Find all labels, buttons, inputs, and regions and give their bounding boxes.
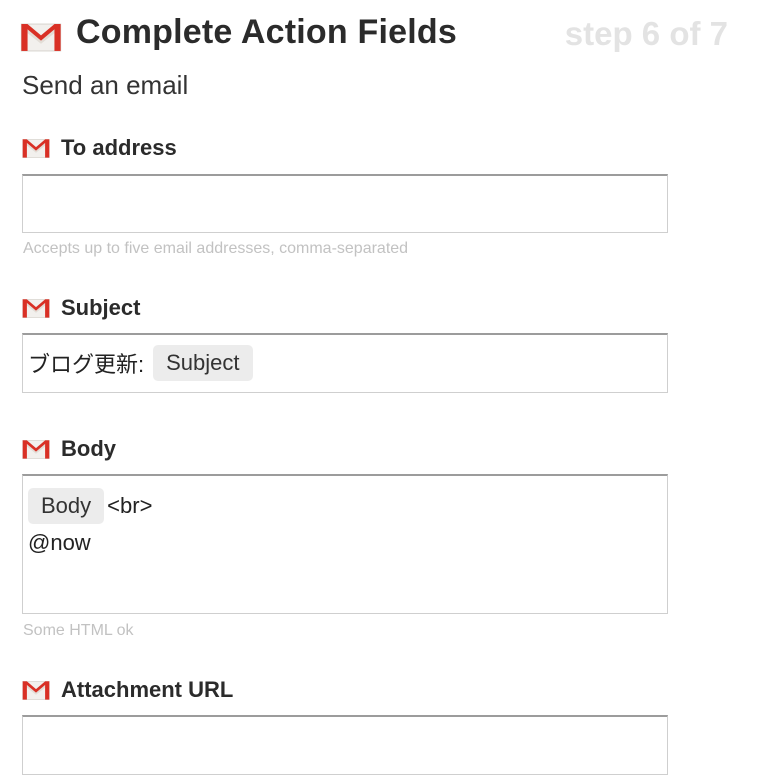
- header: Complete Action Fields step 6 of 7: [0, 0, 768, 70]
- page-title: Complete Action Fields: [76, 13, 457, 51]
- gmail-icon: [22, 138, 50, 159]
- body-label-text: Body: [61, 436, 116, 461]
- body-line-2: @now: [28, 530, 91, 555]
- body-textarea[interactable]: Body <br> @now: [22, 474, 668, 614]
- gmail-icon: [20, 22, 62, 53]
- subject-label: Subject: [22, 293, 140, 323]
- to-address-label-text: To address: [61, 135, 177, 160]
- subject-label-text: Subject: [61, 295, 141, 320]
- to-address-input[interactable]: [22, 174, 668, 233]
- body-ingredient-pill[interactable]: Body: [28, 488, 105, 524]
- gmail-icon: [22, 680, 50, 701]
- attachment-url-label: Attachment URL: [22, 675, 233, 705]
- body-br-text: <br>: [107, 493, 153, 518]
- subject-prefix-text: ブログ更新:: [28, 352, 145, 377]
- body-line-1: Body <br>: [28, 488, 152, 524]
- subject-content: ブログ更新: Subject: [28, 345, 253, 381]
- attachment-url-input[interactable]: [22, 715, 668, 775]
- action-subtitle: Send an email: [22, 70, 189, 100]
- body-helper: Some HTML ok: [23, 622, 134, 639]
- attachment-url-label-text: Attachment URL: [61, 677, 234, 702]
- subject-input[interactable]: ブログ更新: Subject: [22, 333, 668, 393]
- gmail-icon: [22, 298, 50, 319]
- gmail-icon: [22, 439, 50, 460]
- body-label: Body: [22, 434, 116, 464]
- subject-ingredient-pill[interactable]: Subject: [153, 345, 253, 381]
- to-address-label: To address: [22, 133, 177, 163]
- to-address-helper: Accepts up to five email addresses, comm…: [23, 240, 409, 257]
- step-indicator: step 6 of 7: [564, 15, 728, 52]
